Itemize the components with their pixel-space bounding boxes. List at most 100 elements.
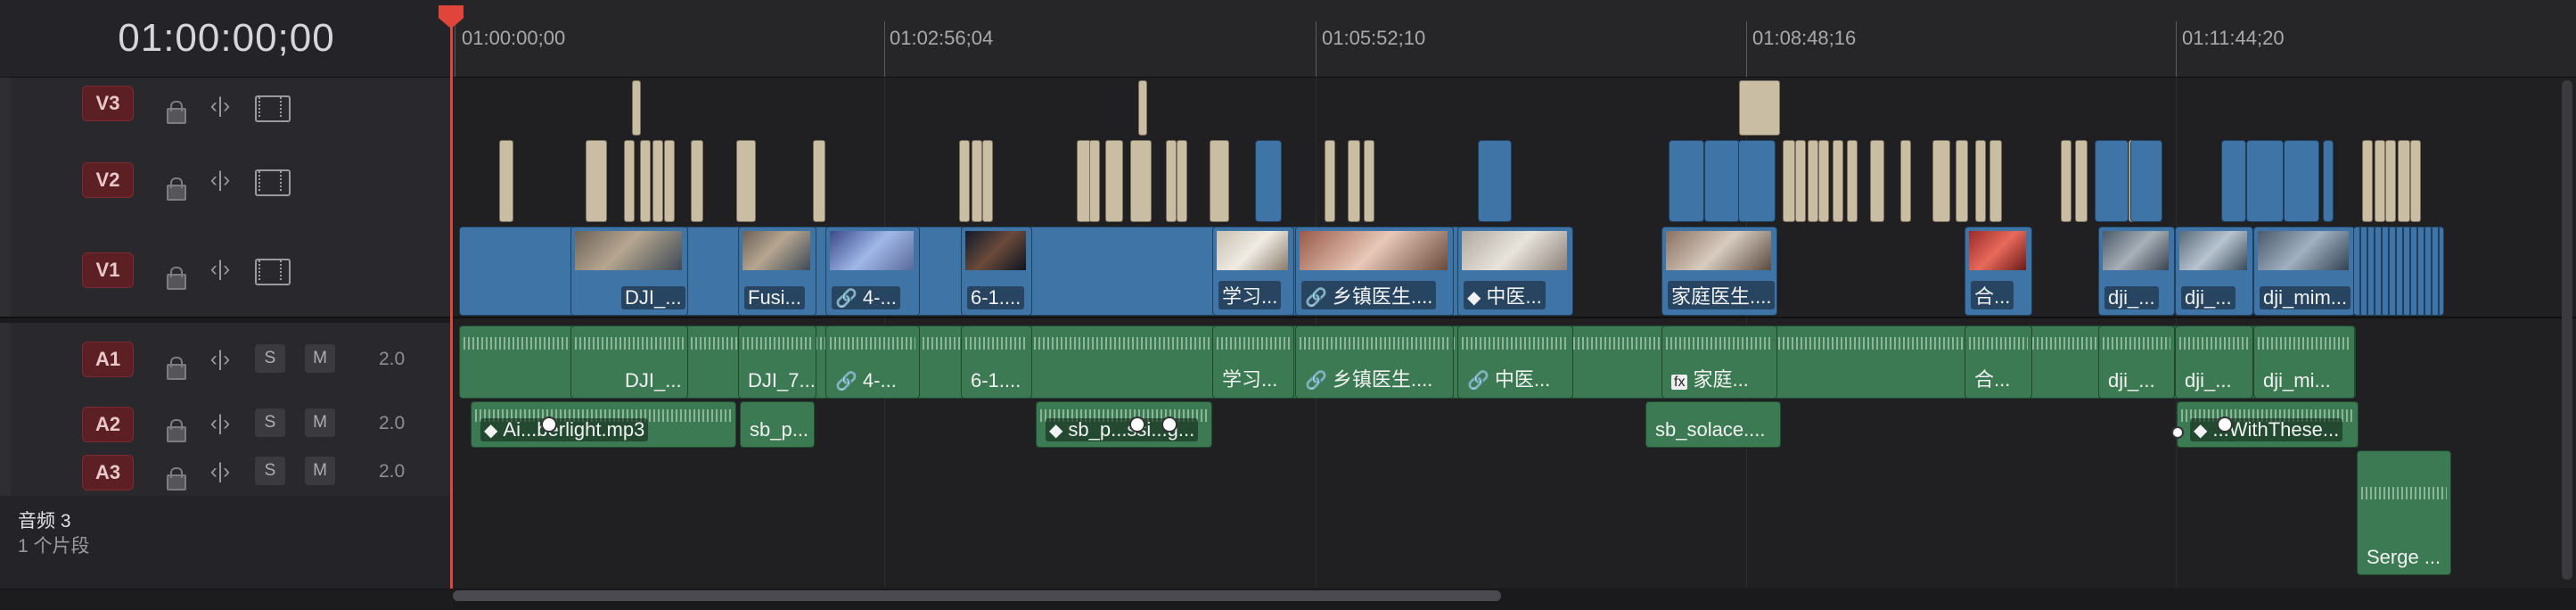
title-clip[interactable] — [1177, 140, 1187, 222]
video-clip[interactable] — [1704, 140, 1740, 222]
timecode-display[interactable]: 01:00:00;00 — [0, 16, 453, 61]
sync-lock-icon[interactable]: ‹|› — [207, 458, 234, 485]
title-clip[interactable] — [1210, 140, 1229, 222]
audio-clip[interactable]: fx 家庭... — [1661, 326, 1777, 399]
video-audio-divider[interactable] — [0, 317, 2576, 318]
filmstrip-icon[interactable] — [255, 259, 291, 285]
lock-icon[interactable] — [167, 357, 186, 380]
filmstrip-icon[interactable] — [255, 95, 291, 122]
title-clip[interactable] — [1989, 140, 2002, 222]
track-name[interactable]: 音频 3 — [18, 507, 71, 533]
solo-button[interactable]: S — [255, 344, 285, 373]
video-clip[interactable]: dji_... — [2098, 227, 2175, 316]
title-clip[interactable] — [2410, 140, 2421, 222]
track-badge-a1[interactable]: A1 — [82, 342, 134, 377]
title-clip[interactable] — [959, 140, 970, 222]
video-clip[interactable]: 🔗 4-... — [825, 227, 920, 316]
playhead[interactable] — [450, 12, 453, 589]
track-badge-v2[interactable]: V2 — [82, 162, 134, 198]
title-clip[interactable] — [972, 140, 982, 222]
lock-icon[interactable] — [167, 177, 186, 201]
title-clip[interactable] — [1847, 140, 1858, 222]
mute-button[interactable]: M — [305, 457, 335, 485]
video-clip[interactable]: ◆ 中医... — [1457, 227, 1573, 316]
title-clip[interactable] — [1138, 80, 1147, 136]
video-clip[interactable] — [1478, 140, 1512, 222]
audio-clip[interactable]: DJI_7... — [738, 326, 816, 399]
track-volume[interactable]: 2.0 — [379, 461, 405, 482]
audio-clip[interactable]: 🔗 4-... — [825, 326, 920, 399]
title-clip[interactable] — [1818, 140, 1829, 222]
audio-clip[interactable]: DJI_... — [570, 326, 688, 399]
title-clip[interactable] — [1870, 140, 1884, 222]
track-badge-a3[interactable]: A3 — [82, 455, 134, 490]
title-clip[interactable] — [2075, 140, 2088, 222]
title-clip[interactable] — [736, 140, 756, 222]
title-clip[interactable] — [1325, 140, 1335, 222]
video-clip[interactable]: Fusi... — [738, 227, 816, 316]
audio-clip[interactable]: 学习... — [1212, 326, 1294, 399]
title-clip[interactable] — [2061, 140, 2071, 222]
keyframe-handle[interactable] — [1161, 416, 1177, 433]
keyframe-handle[interactable] — [2217, 416, 2233, 433]
title-clip[interactable] — [1089, 140, 1100, 222]
audio-clip[interactable]: 6-1.... — [961, 326, 1032, 399]
video-clip[interactable] — [1255, 140, 1282, 222]
lock-icon[interactable] — [167, 267, 186, 290]
video-clip[interactable]: DJI_... — [570, 227, 688, 316]
title-clip[interactable] — [813, 140, 825, 222]
audio-clip[interactable]: Serge ... — [2357, 450, 2451, 575]
title-clip[interactable] — [1783, 140, 1795, 222]
track-volume[interactable]: 2.0 — [379, 349, 405, 370]
mute-button[interactable]: M — [305, 344, 335, 373]
title-clip[interactable] — [664, 140, 675, 222]
title-clip[interactable] — [640, 140, 651, 222]
title-clip[interactable] — [1166, 140, 1177, 222]
sync-lock-icon[interactable]: ‹|› — [207, 346, 234, 373]
title-clip[interactable] — [624, 140, 635, 222]
title-clip[interactable] — [2375, 140, 2385, 222]
video-clip[interactable]: 学习... — [1212, 227, 1294, 316]
solo-button[interactable]: S — [255, 457, 285, 485]
lock-icon[interactable] — [167, 101, 186, 124]
title-clip[interactable] — [1833, 140, 1843, 222]
keyframe-handle[interactable] — [2171, 426, 2184, 439]
video-clip[interactable] — [2284, 140, 2319, 222]
title-clip[interactable] — [2385, 140, 2396, 222]
keyframe-handle[interactable] — [1129, 416, 1145, 433]
title-clip[interactable] — [1348, 140, 1360, 222]
video-clip[interactable] — [1669, 140, 1704, 222]
title-clip[interactable] — [691, 140, 703, 222]
video-clip[interactable]: dji_mim... — [2253, 227, 2355, 316]
title-clip[interactable] — [1105, 140, 1123, 222]
keyframe-handle[interactable] — [541, 416, 557, 433]
title-clip[interactable] — [1130, 140, 1152, 222]
audio-clip[interactable]: ◆ Ai...berlight.mp3 — [471, 401, 736, 448]
video-clip-strip[interactable] — [2353, 227, 2444, 316]
audio-clip[interactable]: 🔗 乡镇医生.... — [1295, 326, 1454, 399]
title-clip[interactable] — [632, 80, 641, 136]
sync-lock-icon[interactable]: ‹|› — [207, 410, 234, 437]
track-badge-a2[interactable]: A2 — [82, 407, 134, 442]
video-clip[interactable] — [2130, 140, 2162, 222]
audio-clip[interactable]: ◆ ...WithThese... — [2177, 401, 2359, 448]
title-clip[interactable] — [499, 140, 513, 222]
video-clip[interactable]: dji_... — [2175, 227, 2253, 316]
audio-clip[interactable]: dji_... — [2098, 326, 2175, 399]
title-clip[interactable] — [1808, 140, 1818, 222]
title-clip[interactable] — [1364, 140, 1374, 222]
video-clip[interactable]: 🔗 乡镇医生.... — [1295, 227, 1454, 316]
title-clip[interactable] — [1900, 140, 1911, 222]
audio-clip[interactable]: dji_mi... — [2253, 326, 2355, 399]
title-clip[interactable] — [2398, 140, 2410, 222]
title-clip[interactable] — [1932, 140, 1950, 222]
vertical-scroll-thumb[interactable] — [2562, 80, 2572, 580]
lock-icon[interactable] — [167, 467, 186, 490]
track-volume[interactable]: 2.0 — [379, 413, 405, 434]
sync-lock-icon[interactable]: ‹|› — [207, 93, 234, 120]
title-clip[interactable] — [652, 140, 663, 222]
audio-clip[interactable]: 合... — [1965, 326, 2032, 399]
video-clip[interactable] — [1738, 140, 1776, 222]
audio-clip[interactable]: sb_solace.... — [1645, 401, 1781, 448]
sync-lock-icon[interactable]: ‹|› — [207, 167, 234, 194]
